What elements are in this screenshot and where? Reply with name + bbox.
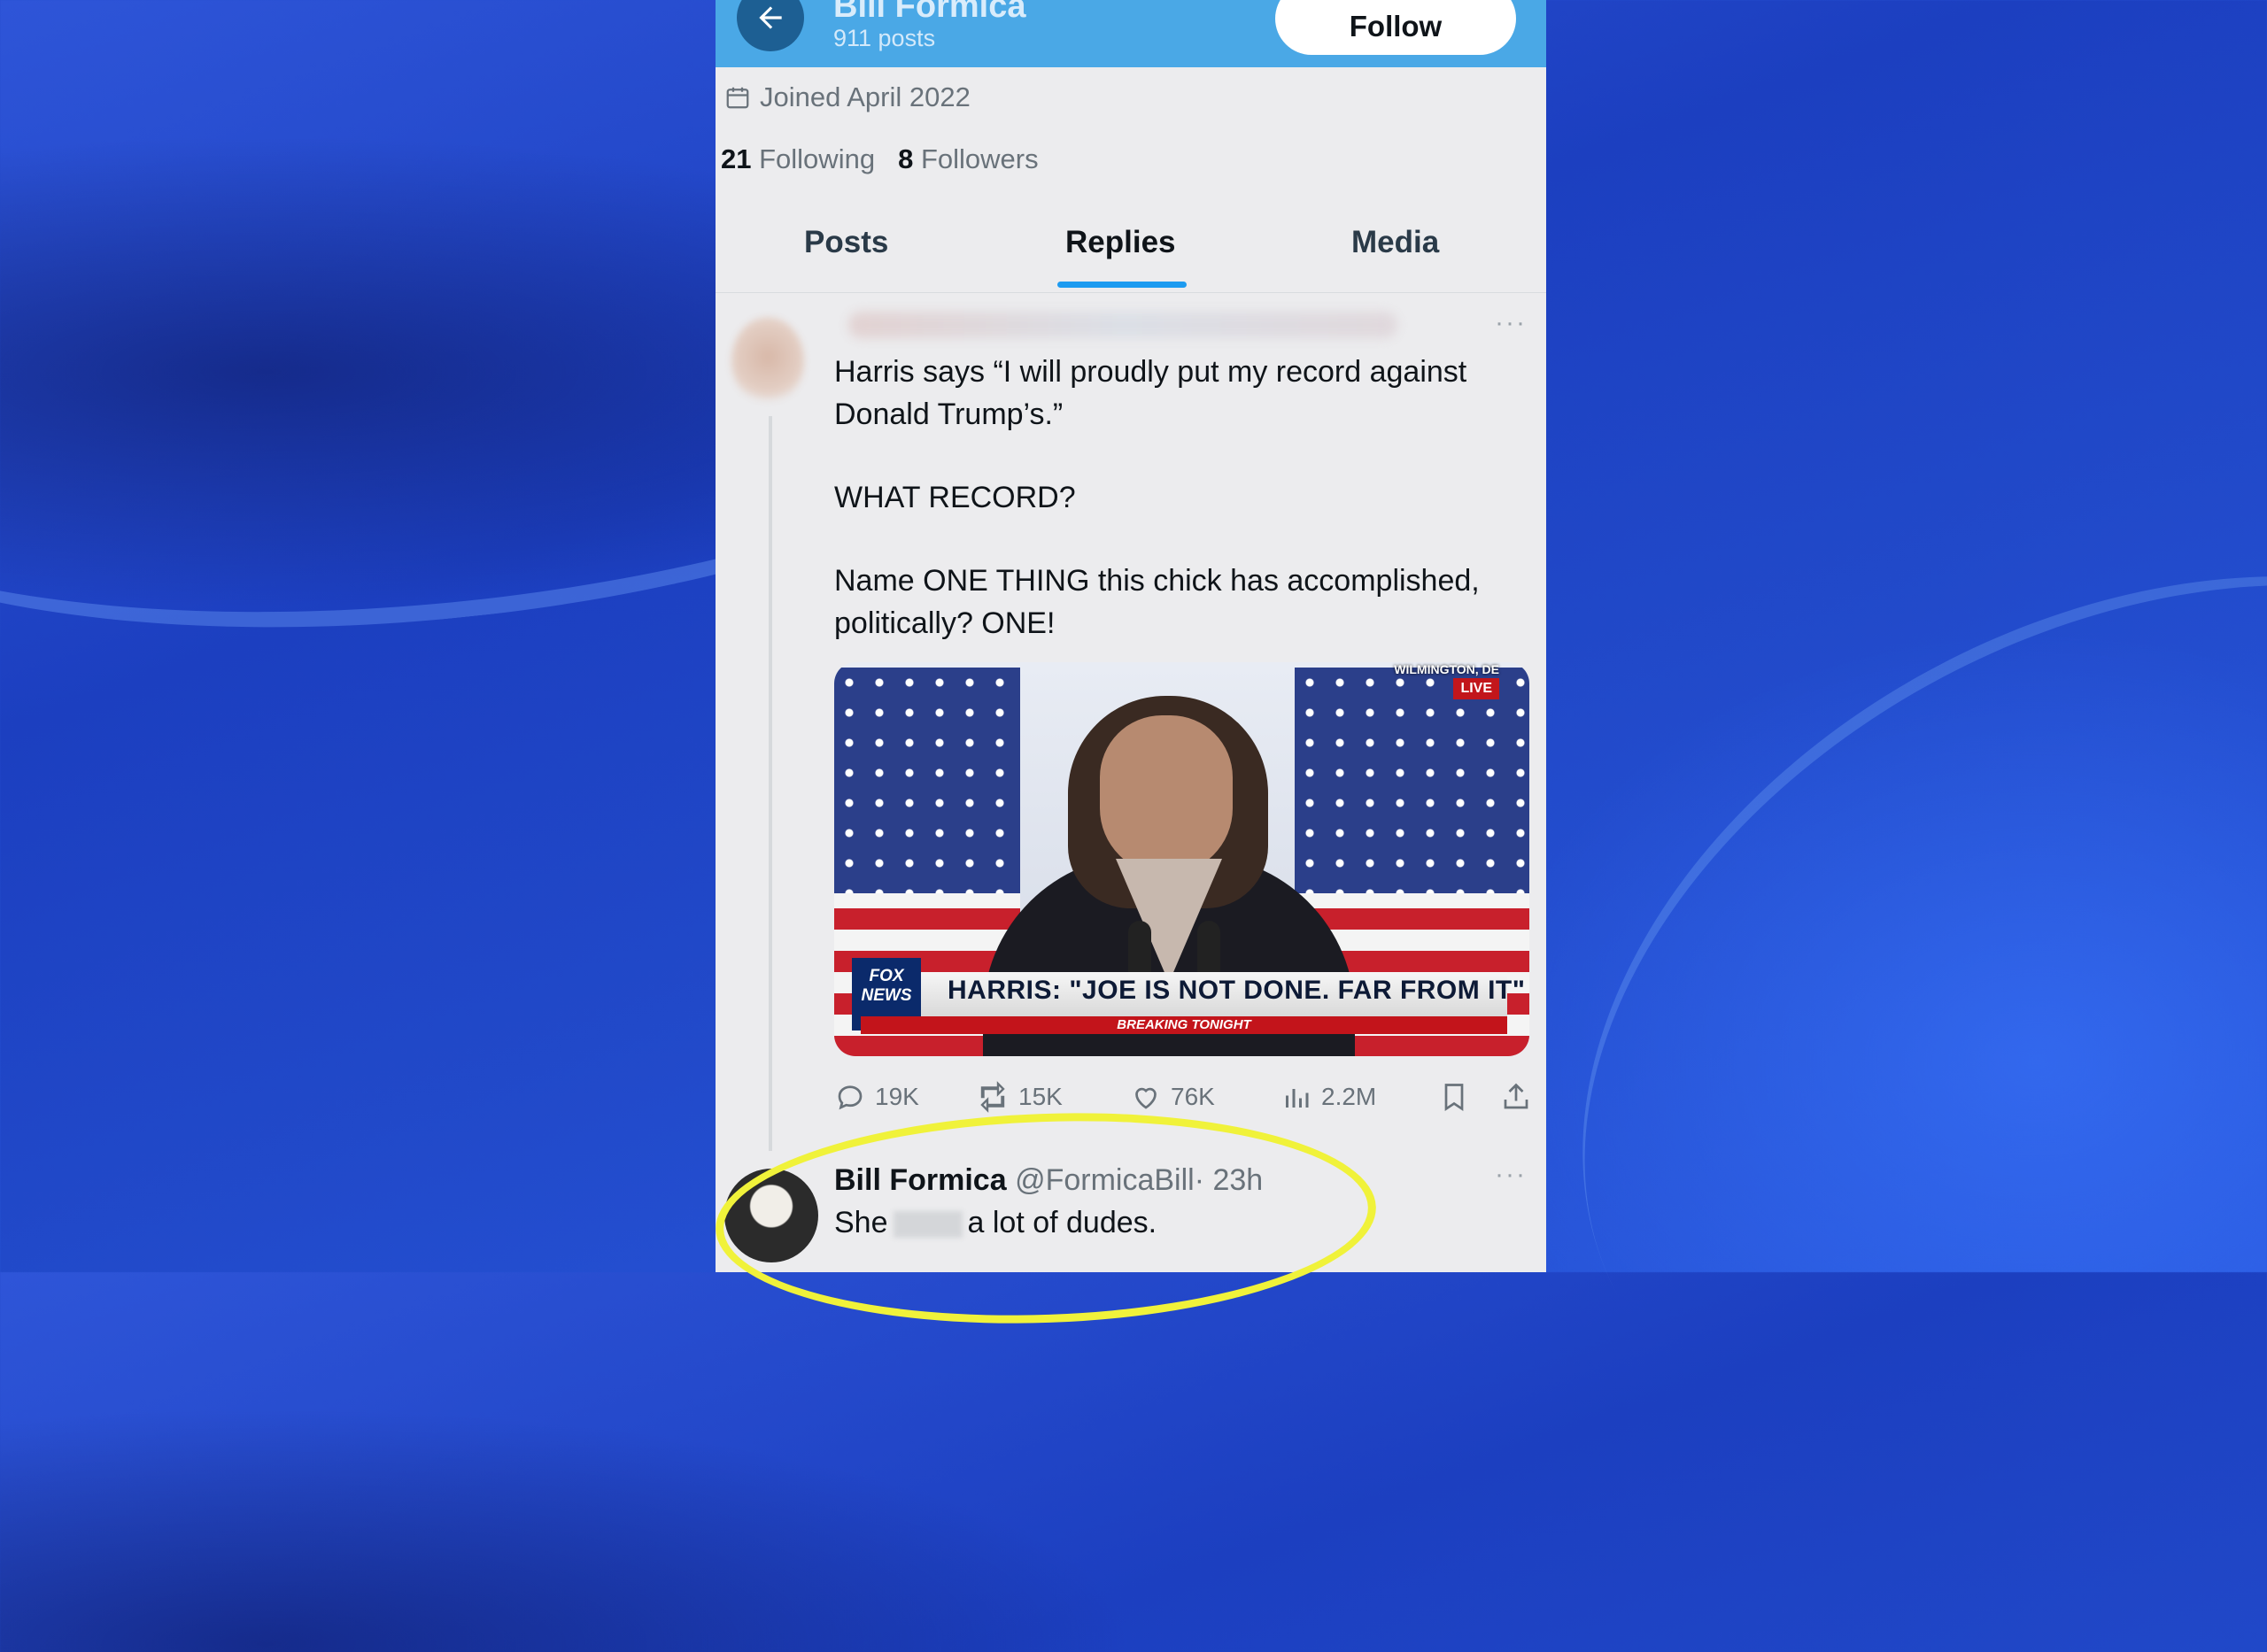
more-options-icon[interactable]: ··· xyxy=(1495,308,1527,338)
reply-text-end: a lot of dudes. xyxy=(967,1206,1157,1239)
repost-button[interactable]: 15K xyxy=(976,1081,1063,1113)
back-button[interactable] xyxy=(737,0,804,51)
joined-text: Joined April 2022 xyxy=(760,81,971,112)
reply-text-start: She xyxy=(834,1206,888,1239)
profile-display-name: Bill Formica xyxy=(833,0,1026,25)
post-media-video[interactable]: WILMINGTON, DE LIVE FOX NEWS HARRIS: "JO… xyxy=(834,662,1529,1056)
tab-media[interactable]: Media xyxy=(1351,225,1439,260)
tab-posts[interactable]: Posts xyxy=(804,225,888,260)
like-count: 76K xyxy=(1171,1083,1215,1110)
following-label: Following xyxy=(759,143,876,174)
reply-text: She a lot of dudes. xyxy=(834,1206,1157,1240)
share-button[interactable] xyxy=(1500,1080,1532,1114)
share-icon xyxy=(1504,1083,1528,1109)
post-count: 911 posts xyxy=(833,25,936,51)
post-paragraph: Harris says “I will proudly put my recor… xyxy=(834,355,1467,431)
follow-button[interactable]: Follow xyxy=(1275,0,1516,55)
view-count: 2.2M xyxy=(1321,1083,1377,1110)
reply-timestamp: · 23h xyxy=(1194,1163,1264,1197)
more-options-icon[interactable]: ··· xyxy=(1495,1160,1527,1190)
profile-header-bar: Bill Formica 911 posts Follow xyxy=(716,0,1546,67)
news-chyron: FOX NEWS HARRIS: "JOE IS NOT DONE. FAR F… xyxy=(852,958,1525,1031)
thread-connector xyxy=(769,416,772,1151)
follow-stats: 21 Following 8 Followers xyxy=(721,143,1039,175)
reply-header: Bill Formica @FormicaBill· 23h xyxy=(834,1163,1263,1198)
calendar-icon xyxy=(726,87,749,109)
followers-link[interactable]: 8 Followers xyxy=(898,143,1039,175)
following-link[interactable]: 21 Following xyxy=(721,143,875,175)
reply-button[interactable]: 19K xyxy=(834,1081,919,1113)
views-chart-icon xyxy=(1286,1089,1309,1108)
followers-label: Followers xyxy=(920,143,1039,174)
live-badge: LIVE xyxy=(1453,678,1499,699)
redacted-word xyxy=(893,1211,963,1239)
profile-screen: Bill Formica 911 posts Follow Joined Apr… xyxy=(716,0,1546,1272)
speaker-face xyxy=(1100,715,1233,875)
repost-icon xyxy=(980,1081,1005,1113)
post-paragraph: Name ONE THING this chick has accomplish… xyxy=(834,564,1480,640)
post-actions: 19K 15K 76K 2.2M xyxy=(834,1075,1534,1119)
reply-author-name[interactable]: Bill Formica xyxy=(834,1163,1007,1197)
background-swoosh xyxy=(1427,397,2267,1652)
blurred-avatar[interactable] xyxy=(731,317,804,405)
bookmark-button[interactable] xyxy=(1438,1080,1470,1114)
profile-tabs: Posts Replies Media xyxy=(716,212,1546,293)
bookmark-icon xyxy=(1444,1084,1464,1112)
reply-author-handle[interactable]: @FormicaBill xyxy=(1015,1163,1195,1197)
comment-icon xyxy=(838,1085,863,1110)
arrow-left-icon xyxy=(759,6,782,29)
reply-author-avatar[interactable] xyxy=(724,1169,818,1262)
like-button[interactable]: 76K xyxy=(1130,1081,1215,1113)
blurred-post-author xyxy=(848,312,1397,338)
chyron-subline: BREAKING TONIGHT xyxy=(861,1016,1507,1034)
joined-date: Joined April 2022 xyxy=(724,81,971,113)
followers-count: 8 xyxy=(898,143,914,174)
tab-replies[interactable]: Replies xyxy=(1065,225,1176,260)
following-count: 21 xyxy=(721,143,752,174)
reply-count: 19K xyxy=(875,1083,919,1110)
heart-icon xyxy=(1135,1087,1157,1109)
active-tab-indicator xyxy=(1057,282,1187,288)
views-button[interactable]: 2.2M xyxy=(1281,1081,1376,1113)
post-text: Harris says “I will proudly put my recor… xyxy=(834,351,1525,685)
post-paragraph: WHAT RECORD? xyxy=(834,481,1076,514)
repost-count: 15K xyxy=(1018,1083,1063,1110)
chyron-headline: HARRIS: "JOE IS NOT DONE. FAR FROM IT" xyxy=(948,976,1526,1005)
live-location: WILMINGTON, DE xyxy=(1394,662,1499,676)
